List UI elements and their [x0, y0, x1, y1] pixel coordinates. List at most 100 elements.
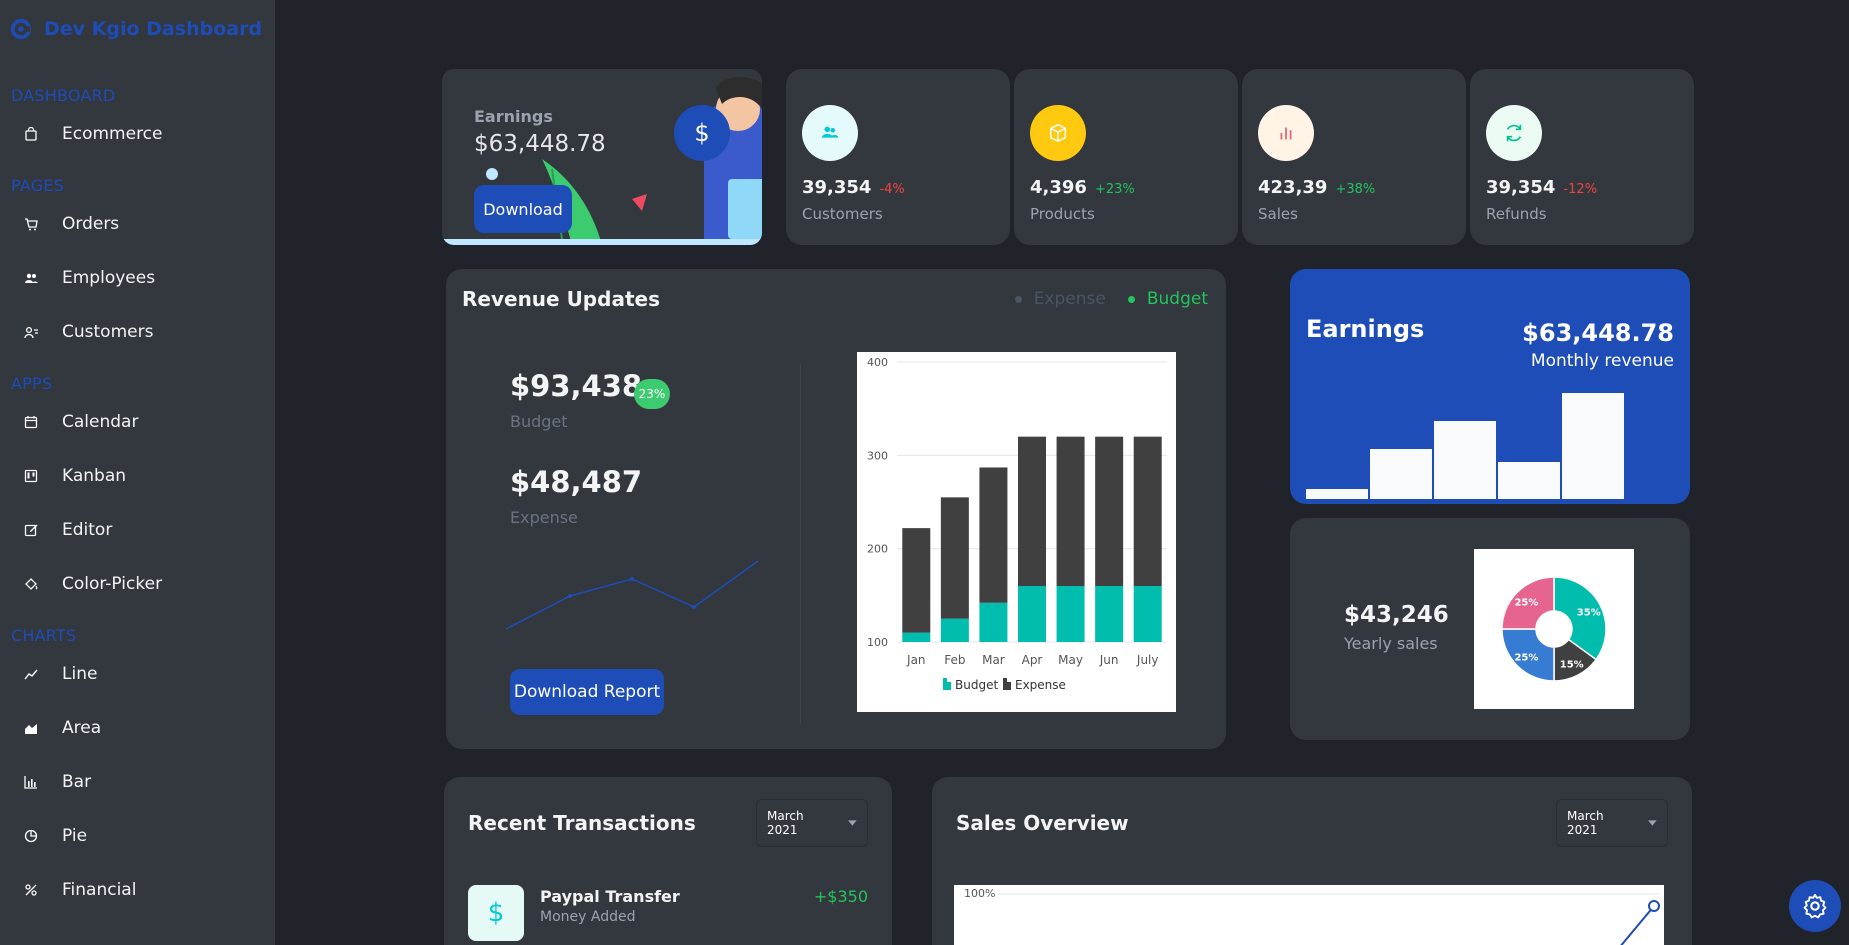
settings-button[interactable] [1789, 880, 1841, 932]
bar-budget-july [1133, 586, 1162, 642]
user-list-icon [24, 326, 38, 339]
bar-expense-may [1056, 436, 1085, 586]
monthly-earnings-card: Earnings $63,448.78 Monthly revenue [1290, 269, 1690, 504]
shopping-bag-icon [25, 127, 37, 141]
section-label-dashboard: DASHBOARD [11, 86, 116, 105]
sidebar-item-financial[interactable]: Financial [24, 880, 136, 900]
earnings-title: Earnings [474, 107, 553, 126]
revenue-chart: 100 200 300 400 Jan Feb Mar Apr May Jun July Budget… [857, 352, 1176, 712]
legend-budget: Budget [1127, 289, 1208, 309]
sidebar-item-label: Ecommerce [62, 124, 163, 144]
x-tick-label: Jan [906, 653, 926, 667]
sales-month-select[interactable]: March 2021 [1556, 799, 1668, 847]
bar-budget-may [1056, 586, 1085, 642]
sidebar-item-label: Orders [62, 214, 120, 234]
stat-percent: +23% [1094, 182, 1135, 197]
yearly-sales-value: $43,246 [1344, 602, 1449, 628]
legend-swatch [1007, 682, 1011, 690]
sidebar-item-area[interactable]: Area [24, 718, 101, 738]
customers-icon[interactable] [802, 105, 858, 161]
stat-card-refunds: 39,354 -12% Refunds [1470, 69, 1694, 245]
sidebar-item-label: Kanban [62, 466, 127, 486]
brand[interactable]: Dev Kgio Dashboard [10, 18, 262, 40]
transaction-sub: Money Added [540, 909, 636, 925]
sales-point [1648, 900, 1660, 912]
monthly-earnings-value: $63,448.78 [1522, 319, 1674, 347]
x-tick-label: Apr [1022, 653, 1043, 667]
box-icon[interactable] [1030, 105, 1086, 161]
download-report-button[interactable]: Download Report [510, 669, 664, 715]
bar-budget-feb [940, 618, 969, 642]
edit-icon [24, 524, 38, 537]
sidebar-item-line[interactable]: Line [24, 664, 97, 684]
earnings-value: $63,448.78 [474, 131, 606, 157]
color-bucket-icon [25, 578, 38, 590]
expense-label: Expense [510, 508, 578, 527]
sidebar-item-label: Line [62, 664, 98, 684]
divider [800, 364, 801, 724]
y-tick-label: 200 [867, 543, 888, 556]
sidebar-item-ecommerce[interactable]: Ecommerce [24, 124, 163, 144]
y-tick-label: 400 [867, 356, 888, 369]
sales-line [1620, 905, 1655, 945]
yearly-sales-card: $43,246 Yearly sales 35% 15% 25% 25% [1290, 518, 1690, 740]
stat-label: Products [1030, 205, 1095, 223]
stat-percent: +38% [1335, 182, 1376, 197]
legend-expense: Expense [1014, 289, 1106, 309]
stat-card-products: 4,396 +23% Products [1014, 69, 1238, 245]
sidebar-item-label: Calendar [62, 412, 139, 432]
sidebar-item-calendar[interactable]: Calendar [24, 412, 138, 432]
stat-percent: -4% [879, 182, 905, 197]
refresh-icon[interactable] [1486, 105, 1542, 161]
sidebar-item-editor[interactable]: Editor [24, 520, 112, 540]
sidebar-item-orders[interactable]: Orders [24, 214, 119, 234]
stat-value: 4,396 +23% [1030, 177, 1135, 198]
chevron-down-icon [1648, 820, 1657, 826]
pie-label: 25% [1514, 597, 1538, 608]
bar-expense-feb [940, 497, 969, 619]
stat-card-customers: 39,354 -4% Customers [786, 69, 1010, 245]
sidebar-item-kanban[interactable]: Kanban [24, 466, 126, 486]
sidebar-item-label: Bar [62, 772, 92, 792]
sidebar-item-customers[interactable]: Customers [24, 322, 153, 342]
area-chart-icon [25, 724, 37, 734]
x-tick-label: Jun [1099, 653, 1119, 667]
sidebar-item-pie[interactable]: Pie [24, 826, 87, 846]
earnings-promo-card: Earnings $63,448.78 $ Download [442, 69, 762, 245]
sidebar-item-label: Color-Picker [62, 574, 163, 594]
bar-budget-apr [1018, 586, 1046, 642]
sidebar-item-employees[interactable]: Employees [24, 268, 155, 288]
stat-percent: -12% [1563, 182, 1598, 197]
monthly-bar-5 [1562, 393, 1624, 499]
bar-expense-jan [902, 528, 931, 633]
gear-icon [1803, 893, 1827, 919]
stat-label: Customers [802, 205, 883, 223]
stat-value: 39,354 -4% [802, 177, 905, 198]
section-label-charts: CHARTS [11, 626, 77, 645]
monthly-earnings-subtitle: Monthly revenue [1530, 351, 1674, 371]
revenue-legend: Expense Budget [1014, 289, 1208, 309]
stat-value: 423,39 +38% [1258, 177, 1376, 198]
bar-budget-jan [902, 632, 931, 642]
y-tick-label: 100 [867, 636, 888, 649]
bar-expense-mar [979, 467, 1008, 603]
sales-overview-chart: 100% [954, 885, 1664, 945]
budget-badge: 23% [634, 379, 670, 409]
sidebar-item-label: Employees [62, 268, 156, 288]
budget-value: $93,438 [510, 369, 643, 403]
sales-overview-svg [998, 893, 1660, 945]
monthly-bar-3 [1434, 421, 1496, 499]
bar-chart-icon[interactable] [1258, 105, 1314, 161]
download-button[interactable]: Download [474, 185, 572, 233]
transactions-month-select[interactable]: March 2021 [756, 799, 868, 847]
bar-expense-jun [1095, 436, 1124, 586]
sidebar-item-label: Financial [62, 880, 137, 900]
transactions-title: Recent Transactions [468, 811, 696, 835]
yearly-pie-chart: 35% 15% 25% 25% [1474, 549, 1634, 709]
stat-label: Sales [1258, 205, 1298, 223]
sidebar-item-bar[interactable]: Bar [24, 772, 91, 792]
monthly-earnings-title: Earnings [1306, 315, 1425, 343]
x-tick-label: May [1058, 653, 1083, 667]
x-tick-label: July [1136, 653, 1159, 667]
sidebar-item-color-picker[interactable]: Color-Picker [24, 574, 162, 594]
